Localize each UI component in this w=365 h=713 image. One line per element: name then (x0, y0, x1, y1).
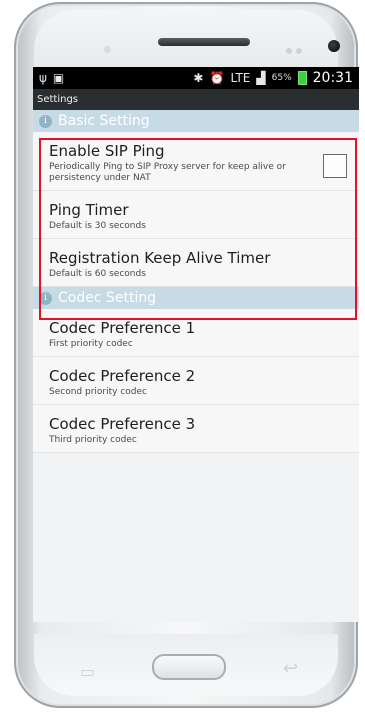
menu-key-icon[interactable]: ▭ (80, 662, 95, 681)
setting-title: Ping Timer (49, 201, 129, 219)
clock: 20:31 (312, 70, 353, 86)
setting-subtitle: First priority codec (49, 339, 133, 349)
page-title: Settings (33, 89, 359, 110)
setting-title: Codec Preference 1 (49, 319, 196, 337)
setting-codec-preference-2[interactable]: Codec Preference 2 Second priority codec (33, 357, 359, 405)
setting-enable-sip-ping[interactable]: Enable SIP Ping Periodically Ping to SIP… (33, 132, 359, 191)
setting-codec-preference-1[interactable]: Codec Preference 1 First priority codec (33, 309, 359, 357)
setting-subtitle: Periodically Ping to SIP Proxy server fo… (49, 162, 286, 183)
setting-title: Registration Keep Alive Timer (49, 249, 271, 267)
signal-icon: ▟ (256, 71, 266, 85)
setting-codec-preference-3[interactable]: Codec Preference 3 Third priority codec (33, 405, 359, 453)
setting-subtitle: Default is 60 seconds (49, 269, 146, 279)
section-header-label: Basic Setting (58, 113, 150, 129)
section-header-basic: i Basic Setting (33, 110, 359, 132)
status-bar: ψ ▣ ✱ ⏰ LTE ▟ 65% 20:31 (33, 67, 359, 89)
enable-sip-ping-checkbox[interactable] (323, 154, 347, 178)
info-icon: i (39, 114, 52, 128)
earpiece-speaker (158, 38, 250, 46)
image-icon: ▣ (52, 71, 65, 85)
setting-subtitle: Default is 30 seconds (49, 221, 146, 231)
usb-icon: ψ (39, 71, 47, 85)
back-key-icon[interactable]: ↩ (283, 658, 298, 679)
setting-ping-timer[interactable]: Ping Timer Default is 30 seconds (33, 191, 359, 239)
section-header-label: Codec Setting (58, 290, 157, 306)
setting-title: Enable SIP Ping (49, 142, 165, 160)
info-icon: i (39, 291, 52, 305)
phone-top-bezel (34, 10, 340, 72)
front-camera (328, 40, 340, 52)
setting-title: Codec Preference 3 (49, 415, 196, 433)
battery-percent: 65% (271, 73, 292, 83)
battery-icon (297, 71, 307, 85)
lte-icon: LTE (230, 71, 251, 85)
empty-list-area (33, 453, 359, 622)
setting-subtitle: Third priority codec (49, 435, 137, 445)
sensor-dot (104, 46, 111, 53)
sensor-dot (296, 48, 302, 54)
sensor-dot (286, 48, 292, 54)
home-button[interactable] (152, 654, 226, 680)
section-header-codec: i Codec Setting (33, 287, 359, 309)
setting-subtitle: Second priority codec (49, 387, 147, 397)
phone-bottom-bezel: ▭ ↩ (34, 634, 338, 696)
bluetooth-icon: ✱ (193, 71, 204, 85)
setting-title: Codec Preference 2 (49, 367, 196, 385)
phone-screen: ψ ▣ ✱ ⏰ LTE ▟ 65% 20:31 Settings i Basic… (33, 67, 359, 622)
setting-registration-keep-alive-timer[interactable]: Registration Keep Alive Timer Default is… (33, 239, 359, 287)
alarm-icon: ⏰ (209, 71, 225, 85)
